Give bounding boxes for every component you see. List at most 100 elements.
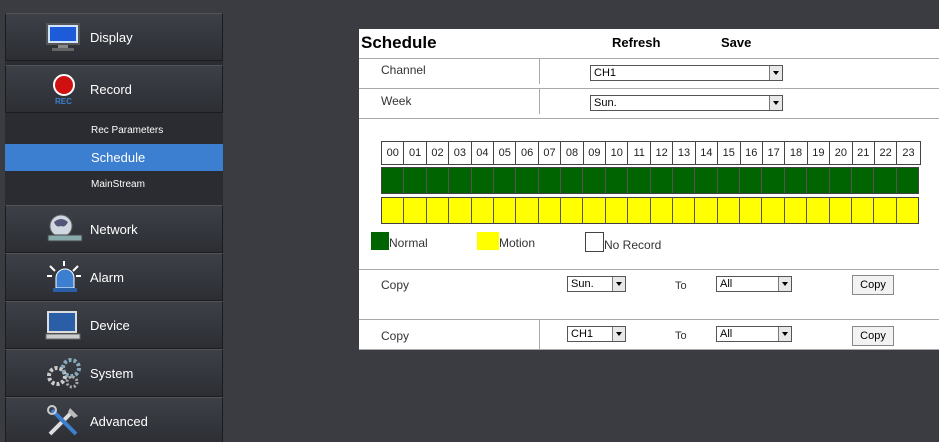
normal-hour-cell[interactable] [449,168,472,193]
motion-hour-cell[interactable] [628,198,651,223]
motion-hour-cell[interactable] [493,198,517,223]
hour-label: 19 [808,142,831,164]
sidebar-item-alarm[interactable]: Alarm [5,253,223,301]
motion-hour-cell[interactable] [717,198,740,223]
motion-record-bar[interactable] [381,197,919,224]
schedule-header: Schedule Refresh Save [359,29,939,57]
sidebar-subitem-mainstream[interactable]: MainStream [5,171,223,198]
row-divider [539,59,540,84]
normal-hour-cell[interactable] [717,168,740,193]
motion-hour-cell[interactable] [874,198,897,223]
normal-hour-cell[interactable] [896,168,918,193]
save-button[interactable]: Save [721,35,751,50]
normal-hour-cell[interactable] [807,168,830,193]
hour-label: 20 [830,142,853,164]
normal-hour-cell[interactable] [695,168,718,193]
sidebar-subitem-rec-parameters[interactable]: Rec Parameters [5,117,223,144]
motion-hour-cell[interactable] [561,198,584,223]
sidebar-item-display[interactable]: Display [5,13,223,61]
motion-hour-cell[interactable] [784,198,808,223]
hour-label: 02 [427,142,450,164]
motion-hour-cell[interactable] [740,198,763,223]
motion-hour-cell[interactable] [449,198,472,223]
chevron-down-icon[interactable] [769,96,782,110]
motion-hour-cell[interactable] [538,198,561,223]
normal-hour-cell[interactable] [672,168,696,193]
copy-channel-button[interactable]: Copy [852,326,894,346]
normal-hour-cell[interactable] [605,168,629,193]
normal-hour-cell[interactable] [874,168,897,193]
normal-hour-cell[interactable] [784,168,808,193]
motion-hour-cell[interactable] [605,198,629,223]
sidebar-item-network[interactable]: Network [5,205,223,253]
copy-day-button[interactable]: Copy [852,275,894,295]
normal-hour-cell[interactable] [650,168,673,193]
motion-hour-cell[interactable] [762,198,785,223]
chevron-down-icon[interactable] [778,277,791,291]
copy-channel-from-value: CH1 [571,328,594,340]
normal-record-bar[interactable] [381,167,919,194]
motion-hour-cell[interactable] [382,198,405,223]
hour-label: 11 [628,142,651,164]
normal-hour-cell[interactable] [471,168,494,193]
sidebar-subitem-schedule[interactable]: Schedule [5,144,223,171]
normal-hour-cell[interactable] [762,168,785,193]
normal-hour-cell[interactable] [538,168,561,193]
sidebar-item-record[interactable]: REC Record [5,65,223,113]
chevron-down-icon[interactable] [778,327,791,341]
copy-channel-label: Copy [381,329,410,343]
copy-day-to-label: To [675,280,687,292]
refresh-button[interactable]: Refresh [612,35,660,50]
chevron-down-icon[interactable] [769,66,782,80]
normal-hour-cell[interactable] [404,168,427,193]
legend-normal[interactable]: Normal [371,232,428,250]
copy-day-from-select[interactable]: Sun. [567,276,626,292]
copy-channel-to-select[interactable]: All [716,326,792,342]
motion-hour-cell[interactable] [672,198,696,223]
motion-hour-cell[interactable] [404,198,427,223]
hour-label: 17 [763,142,786,164]
normal-hour-cell[interactable] [426,168,450,193]
week-select[interactable]: Sun. [590,95,783,111]
normal-hour-cell[interactable] [740,168,763,193]
motion-hour-cell[interactable] [426,198,450,223]
sidebar-item-device[interactable]: Device [5,301,223,349]
motion-hour-cell[interactable] [829,198,852,223]
hour-label: 15 [718,142,741,164]
sidebar-item-advanced[interactable]: Advanced [5,397,223,442]
chevron-down-icon[interactable] [612,277,625,291]
copy-channel-row: Copy CH1 To All Copy [359,319,939,349]
channel-select[interactable]: CH1 [590,65,783,81]
copy-day-to-select[interactable]: All [716,276,792,292]
motion-hour-cell[interactable] [650,198,673,223]
hour-label: 03 [449,142,472,164]
normal-hour-cell[interactable] [493,168,517,193]
chevron-down-icon[interactable] [612,327,625,341]
normal-hour-cell[interactable] [829,168,852,193]
hour-label: 06 [516,142,539,164]
motion-hour-cell[interactable] [896,198,918,223]
motion-hour-cell[interactable] [695,198,718,223]
hour-label: 12 [651,142,674,164]
normal-hour-cell[interactable] [561,168,584,193]
legend-motion[interactable]: Motion [477,232,535,250]
motion-hour-cell[interactable] [851,198,875,223]
hour-label: 07 [539,142,562,164]
week-label: Week [381,94,412,108]
hour-label: 08 [561,142,584,164]
normal-hour-cell[interactable] [851,168,875,193]
normal-hour-cell[interactable] [583,168,606,193]
device-icon [44,308,84,342]
svg-text:REC: REC [55,97,72,106]
motion-hour-cell[interactable] [583,198,606,223]
sidebar-item-system[interactable]: System [5,349,223,397]
normal-hour-cell[interactable] [382,168,405,193]
copy-channel-from-select[interactable]: CH1 [567,326,626,342]
motion-hour-cell[interactable] [516,198,539,223]
motion-hour-cell[interactable] [807,198,830,223]
motion-hour-cell[interactable] [471,198,494,223]
no-record-swatch [585,232,604,252]
legend-no-record[interactable]: No Record [585,232,661,252]
normal-hour-cell[interactable] [628,168,651,193]
normal-hour-cell[interactable] [516,168,539,193]
